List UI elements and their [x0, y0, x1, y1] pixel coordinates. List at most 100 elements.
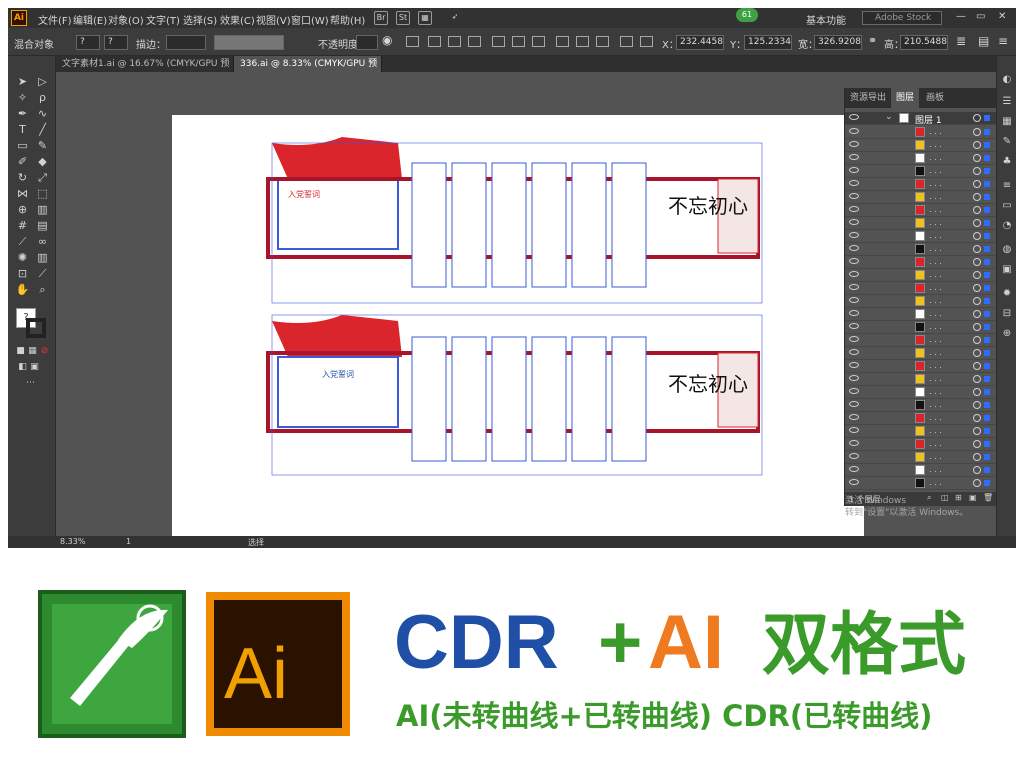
- target-circle-icon[interactable]: [973, 323, 981, 331]
- layer-row-top[interactable]: ⌄ 图层 1: [845, 112, 997, 126]
- zoom-level[interactable]: 8.33%: [60, 537, 85, 546]
- align-bottom-icon[interactable]: [532, 36, 545, 47]
- visibility-eye-icon[interactable]: [849, 180, 859, 186]
- variable-width-profile[interactable]: [214, 35, 284, 50]
- reference-point-icon[interactable]: [640, 36, 653, 47]
- pen-tool-icon[interactable]: ✒: [14, 106, 31, 121]
- edit-toolbar-icon[interactable]: ⋯: [22, 376, 39, 391]
- recolor-icon[interactable]: ◉: [382, 33, 392, 47]
- target-circle-icon[interactable]: [973, 206, 981, 214]
- target-circle-icon[interactable]: [973, 349, 981, 357]
- menu-object[interactable]: 对象(O): [108, 12, 144, 27]
- tab-document-2[interactable]: 336.ai @ 8.33% (CMYK/GPU 预览): [234, 56, 382, 85]
- target-circle-icon[interactable]: [973, 114, 981, 122]
- align-right-icon[interactable]: [468, 36, 481, 47]
- layer-row[interactable]: . . .: [845, 191, 997, 204]
- visibility-eye-icon[interactable]: [849, 401, 859, 407]
- swatches-panel-icon[interactable]: ▦: [1001, 116, 1013, 128]
- selection-tool-icon[interactable]: ➤: [14, 74, 31, 89]
- target-circle-icon[interactable]: [973, 271, 981, 279]
- pathfinder-panel-icon[interactable]: ⊕: [1001, 328, 1013, 340]
- shape-builder-tool-icon[interactable]: ⊕: [14, 202, 31, 217]
- workspace-switcher[interactable]: 基本功能: [806, 12, 846, 27]
- trash-icon[interactable]: 🗑: [983, 493, 993, 502]
- width-field[interactable]: 326.9208: [814, 35, 862, 50]
- menu-edit[interactable]: 编辑(E): [73, 12, 107, 27]
- none-mode-icon[interactable]: ⊘: [36, 344, 53, 359]
- close-icon[interactable]: ✕: [998, 11, 1006, 22]
- target-circle-icon[interactable]: [973, 245, 981, 253]
- stroke-swatch[interactable]: ?: [104, 35, 128, 50]
- visibility-eye-icon[interactable]: [849, 114, 859, 120]
- align-panel-icon[interactable]: ⊟: [1001, 308, 1013, 320]
- height-field[interactable]: 210.5488: [900, 35, 948, 50]
- target-circle-icon[interactable]: [973, 336, 981, 344]
- layer-row[interactable]: . . .: [845, 217, 997, 230]
- target-circle-icon[interactable]: [973, 362, 981, 370]
- transform-panel-icon[interactable]: ✹: [1001, 288, 1013, 300]
- brushes-panel-icon[interactable]: ✎: [1001, 136, 1013, 148]
- artboard-number[interactable]: 1: [126, 537, 131, 546]
- visibility-eye-icon[interactable]: [849, 440, 859, 446]
- target-circle-icon[interactable]: [973, 141, 981, 149]
- visibility-eye-icon[interactable]: [849, 349, 859, 355]
- expand-chevron-icon[interactable]: ⌄: [885, 112, 893, 122]
- maximize-icon[interactable]: ▭: [976, 11, 985, 22]
- stroke-panel-icon[interactable]: ≡: [1001, 180, 1013, 192]
- target-circle-icon[interactable]: [973, 154, 981, 162]
- visibility-eye-icon[interactable]: [849, 232, 859, 238]
- layer-row[interactable]: . . .: [845, 477, 997, 490]
- target-circle-icon[interactable]: [973, 466, 981, 474]
- visibility-eye-icon[interactable]: [849, 219, 859, 225]
- target-circle-icon[interactable]: [973, 232, 981, 240]
- hand-tool-icon[interactable]: ✋: [14, 282, 31, 297]
- visibility-eye-icon[interactable]: [849, 388, 859, 394]
- appearance-panel-icon[interactable]: ◍: [1001, 244, 1013, 256]
- layer-row[interactable]: . . .: [845, 269, 997, 282]
- zoom-tool-icon[interactable]: ⌕: [34, 282, 51, 297]
- control-menu-icon[interactable]: ≡: [998, 34, 1008, 48]
- transparency-panel-icon[interactable]: ◔: [1001, 220, 1013, 232]
- visibility-eye-icon[interactable]: [849, 271, 859, 277]
- distribute-v-icon[interactable]: [576, 36, 589, 47]
- visibility-eye-icon[interactable]: [849, 336, 859, 342]
- visibility-eye-icon[interactable]: [849, 479, 859, 485]
- new-layer-icon[interactable]: ▣: [969, 493, 977, 502]
- rotate-tool-icon[interactable]: ↻: [14, 170, 31, 185]
- free-transform-tool-icon[interactable]: ⬚: [34, 186, 51, 201]
- direct-selection-tool-icon[interactable]: ▷: [34, 74, 51, 89]
- lasso-tool-icon[interactable]: ρ: [34, 90, 51, 105]
- eyedropper-tool-icon[interactable]: ⟋: [14, 234, 31, 249]
- layer-row[interactable]: . . .: [845, 230, 997, 243]
- layer-row[interactable]: . . .: [845, 308, 997, 321]
- visibility-eye-icon[interactable]: [849, 154, 859, 160]
- layer-row[interactable]: . . .: [845, 178, 997, 191]
- visibility-eye-icon[interactable]: [849, 453, 859, 459]
- tab-layers[interactable]: 图层: [891, 88, 920, 108]
- visibility-eye-icon[interactable]: [849, 375, 859, 381]
- arrange-icon[interactable]: ▤: [978, 34, 989, 48]
- properties-panel-icon[interactable]: ☰: [1001, 96, 1013, 108]
- visibility-eye-icon[interactable]: [849, 310, 859, 316]
- visibility-eye-icon[interactable]: [849, 128, 859, 134]
- distribute-spacing-icon[interactable]: [596, 36, 609, 47]
- layer-row[interactable]: . . .: [845, 451, 997, 464]
- fill-swatch[interactable]: ?: [76, 35, 100, 50]
- width-tool-icon[interactable]: ⋈: [14, 186, 31, 201]
- layer-row[interactable]: . . .: [845, 256, 997, 269]
- layer-row[interactable]: . . .: [845, 438, 997, 451]
- target-circle-icon[interactable]: [973, 297, 981, 305]
- transform-options-icon[interactable]: ≣: [956, 34, 966, 48]
- layer-row[interactable]: . . .: [845, 425, 997, 438]
- tab-document-1[interactable]: 文字素材1.ai @ 16.67% (CMYK/GPU 预览): [56, 56, 234, 85]
- target-circle-icon[interactable]: [973, 453, 981, 461]
- target-circle-icon[interactable]: [973, 128, 981, 136]
- target-circle-icon[interactable]: [973, 414, 981, 422]
- line-tool-icon[interactable]: ╱: [34, 122, 51, 137]
- layer-row[interactable]: . . .: [845, 152, 997, 165]
- gradient-panel-icon[interactable]: ▭: [1001, 200, 1013, 212]
- menu-file[interactable]: 文件(F): [38, 12, 72, 27]
- x-field[interactable]: 232.4458: [676, 35, 724, 50]
- visibility-eye-icon[interactable]: [849, 193, 859, 199]
- stroke-color-icon[interactable]: [26, 318, 46, 338]
